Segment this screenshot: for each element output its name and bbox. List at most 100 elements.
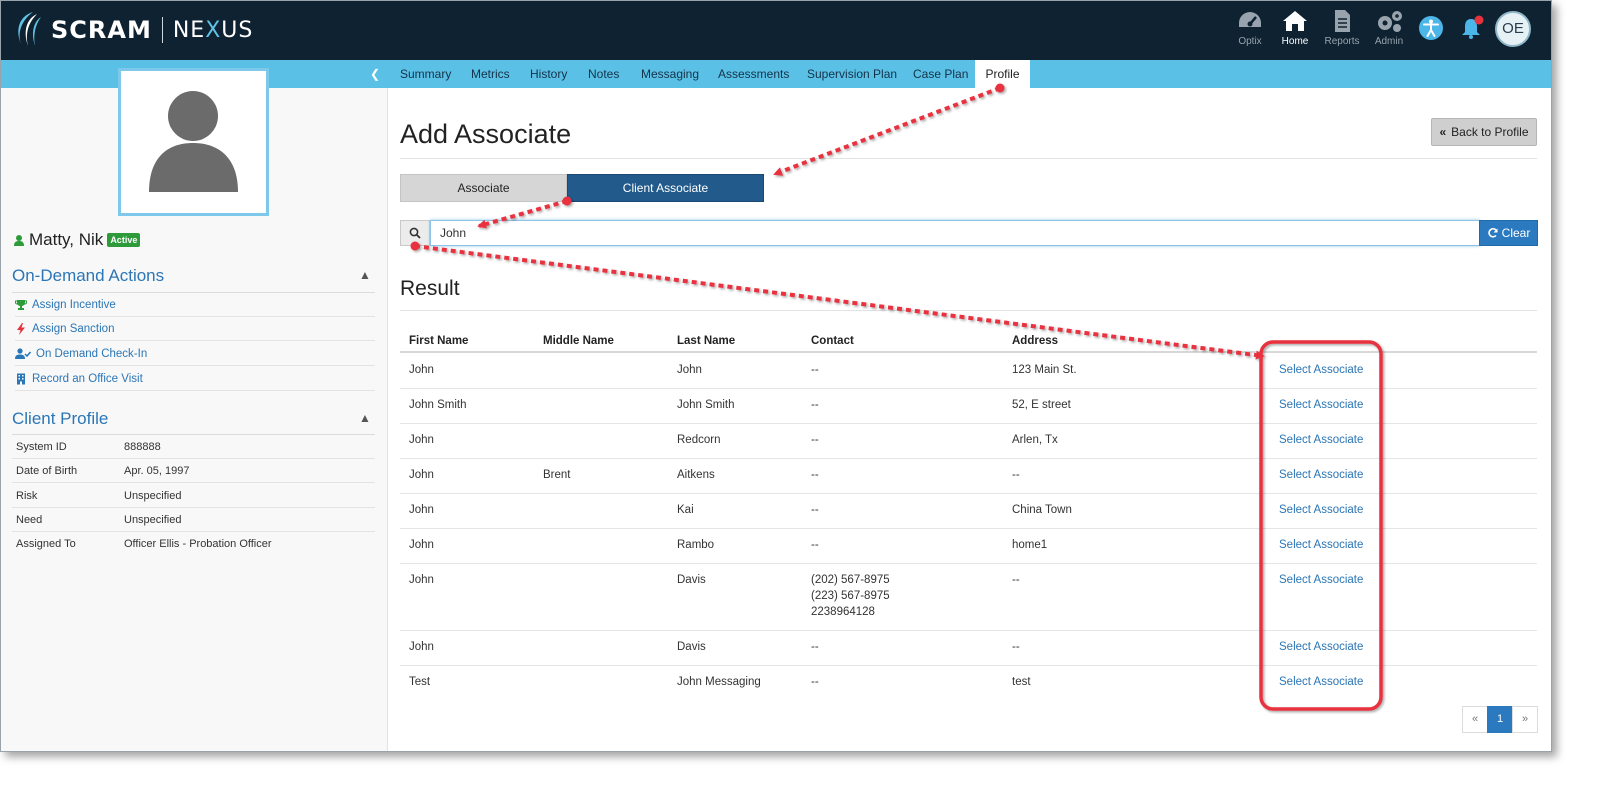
- accessibility-button[interactable]: [1418, 15, 1444, 46]
- pagination-next[interactable]: »: [1512, 706, 1538, 733]
- select-associate-link[interactable]: Select Associate: [1279, 572, 1363, 588]
- cell-address: Arlen, Tx: [1012, 434, 1058, 446]
- collapse-sidebar-icon[interactable]: ❮: [370, 67, 380, 81]
- nav-reports[interactable]: Reports: [1319, 9, 1365, 47]
- select-associate-link[interactable]: Select Associate: [1279, 432, 1363, 448]
- pagination-page-1[interactable]: 1: [1487, 706, 1513, 733]
- bell-icon: [1462, 15, 1484, 39]
- row-divider: [400, 528, 1537, 529]
- on-demand-collapse-icon[interactable]: ▲: [359, 268, 371, 282]
- column-header-first-name: First Name: [409, 335, 469, 347]
- back-to-profile-label: Back to Profile: [1451, 125, 1529, 139]
- profile-row-need: Need Unspecified: [12, 508, 375, 532]
- cell-first-name: John Smith: [409, 399, 467, 411]
- cell-first-name: John: [409, 574, 434, 586]
- action-label: On Demand Check-In: [36, 347, 148, 360]
- action-label: Assign Sanction: [32, 322, 115, 335]
- user-silhouette-icon: [149, 91, 238, 192]
- record-office-visit-link[interactable]: Record an Office Visit: [15, 367, 375, 391]
- page-title: Add Associate: [400, 119, 572, 149]
- tab-profile[interactable]: Profile: [975, 60, 1030, 88]
- cell-address: home1: [1012, 539, 1048, 551]
- scram-nexus-logo[interactable]: SCRAM NEXUS: [13, 10, 253, 50]
- select-associate-link[interactable]: Select Associate: [1279, 362, 1363, 378]
- on-demand-check-in-link[interactable]: On Demand Check-In: [15, 342, 375, 366]
- select-associate-link[interactable]: Select Associate: [1279, 674, 1363, 690]
- action-label: Record an Office Visit: [32, 372, 143, 385]
- client-associate-toggle-button[interactable]: Client Associate: [567, 174, 764, 202]
- logo-nexus-x: X: [205, 17, 222, 43]
- nav-reports-label: Reports: [1324, 36, 1360, 47]
- action-label: Assign Incentive: [32, 298, 116, 311]
- table-header-divider: [400, 351, 1537, 353]
- client-profile-title: Client Profile: [12, 409, 109, 428]
- tab-history[interactable]: History: [530, 60, 567, 88]
- nav-optix[interactable]: Optix: [1227, 9, 1273, 47]
- nav-admin[interactable]: Admin: [1366, 9, 1412, 47]
- profile-row-dob: Date of Birth Apr. 05, 1997: [12, 459, 375, 483]
- client-sidebar: ❮ Matty, Nik Active On-Demand Actions ▲ …: [1, 60, 388, 751]
- tab-metrics[interactable]: Metrics: [471, 60, 510, 88]
- profile-value: Unspecified: [124, 489, 182, 502]
- user-status-icon: [14, 234, 24, 246]
- back-to-profile-button[interactable]: « Back to Profile: [1431, 118, 1537, 146]
- row-divider: [400, 458, 1537, 459]
- user-avatar[interactable]: OE: [1495, 11, 1531, 47]
- profile-value: Officer Ellis - Probation Officer: [124, 538, 272, 550]
- select-associate-link[interactable]: Select Associate: [1279, 639, 1363, 655]
- select-associate-link[interactable]: Select Associate: [1279, 537, 1363, 553]
- client-name-text: Matty, Nik: [29, 230, 104, 249]
- assign-sanction-link[interactable]: Assign Sanction: [15, 317, 375, 341]
- logo-text-scram: SCRAM: [51, 16, 152, 44]
- cell-address: 123 Main St.: [1012, 364, 1077, 376]
- tab-supervision-plan[interactable]: Supervision Plan: [807, 60, 897, 88]
- column-header-last-name: Last Name: [677, 335, 736, 347]
- status-badge: Active: [107, 233, 141, 247]
- associate-toggle-button[interactable]: Associate: [400, 174, 567, 202]
- tab-assessments[interactable]: Assessments: [718, 60, 789, 88]
- on-demand-title: On-Demand Actions: [12, 266, 165, 285]
- cell-address: 52, E street: [1012, 399, 1071, 411]
- cell-contact: (202) 567-8975 (223) 567-8975 2238964128: [811, 572, 890, 620]
- notifications-button[interactable]: [1459, 15, 1485, 46]
- assign-incentive-link[interactable]: Assign Incentive: [15, 293, 375, 317]
- cell-last-name: Kai: [677, 504, 694, 516]
- tab-messaging[interactable]: Messaging: [641, 60, 699, 88]
- profile-key: System ID: [16, 440, 67, 453]
- tab-case-plan[interactable]: Case Plan: [913, 60, 968, 88]
- select-associate-link[interactable]: Select Associate: [1279, 502, 1363, 518]
- cell-address: test: [1012, 676, 1031, 688]
- associate-search-input[interactable]: [430, 220, 1480, 246]
- cell-address: --: [1012, 641, 1020, 653]
- select-associate-link[interactable]: Select Associate: [1279, 397, 1363, 413]
- row-divider: [400, 388, 1537, 389]
- client-profile-collapse-icon[interactable]: ▲: [359, 411, 371, 425]
- nav-home[interactable]: Home: [1272, 9, 1318, 47]
- column-header-address: Address: [1012, 335, 1059, 347]
- arrow-profile-to-client-associate: [773, 86, 1001, 176]
- profile-key: Assigned To: [16, 538, 76, 550]
- cell-contact: --: [811, 641, 819, 653]
- tab-notes[interactable]: Notes: [588, 60, 619, 88]
- cell-contact: --: [811, 399, 819, 411]
- home-icon: [1283, 11, 1307, 31]
- clear-label: Clear: [1501, 226, 1531, 240]
- nav-home-label: Home: [1281, 36, 1309, 47]
- row-divider: [400, 630, 1537, 631]
- user-check-icon: [15, 347, 31, 359]
- select-associate-link[interactable]: Select Associate: [1279, 467, 1363, 483]
- row-divider: [400, 665, 1537, 666]
- building-icon: [17, 373, 25, 384]
- refresh-icon: [1487, 228, 1498, 238]
- column-header-contact: Contact: [811, 335, 854, 347]
- logo-text-nexus: NEXUS: [173, 18, 254, 43]
- accessibility-icon: [1419, 16, 1443, 40]
- tab-summary[interactable]: Summary: [400, 60, 451, 88]
- cell-last-name: John: [677, 364, 702, 376]
- row-divider: [400, 423, 1537, 424]
- row-divider: [400, 493, 1537, 494]
- pagination-prev[interactable]: «: [1462, 706, 1488, 733]
- clear-search-button[interactable]: Clear: [1479, 220, 1538, 246]
- nav-optix-label: Optix: [1238, 36, 1262, 47]
- cell-last-name: Davis: [677, 641, 706, 653]
